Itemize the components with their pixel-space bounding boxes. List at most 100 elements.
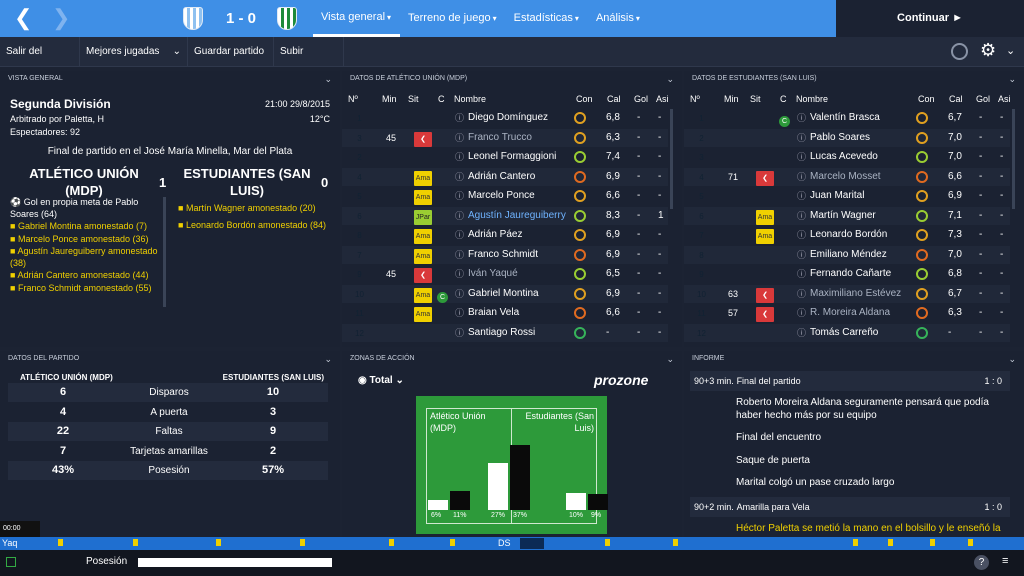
column-header[interactable]: Asi [998, 94, 1011, 104]
table-row[interactable]: 6 JPar ⓘ Agustín Jaureguiberry 8,3 - 1 [342, 206, 668, 225]
save-match-button[interactable]: Guardar partido [188, 37, 274, 67]
info-icon[interactable]: ⓘ [797, 207, 806, 225]
column-header[interactable]: C [780, 94, 787, 104]
player-name[interactable]: Leonardo Bordón [810, 226, 887, 244]
exit-match-button[interactable]: Salir del partido [0, 37, 80, 86]
table-row[interactable]: 11 Ama ⓘ Braian Vela 6,6 - - [342, 304, 668, 322]
column-header[interactable]: Min [382, 94, 397, 104]
menu-icon[interactable]: ≡ [1002, 555, 1008, 567]
player-name[interactable]: Santiago Rossi [468, 324, 535, 342]
table-row[interactable]: 3 45 ❮ ⓘ Franco Trucco 6,3 - - [342, 128, 668, 147]
info-icon[interactable]: ⓘ [455, 265, 464, 283]
tab-analysis[interactable]: Análisis ▾ [588, 0, 649, 37]
player-name[interactable]: Martín Wagner [810, 207, 876, 225]
table-row[interactable]: 7 Ama ⓘ Franco Schmidt 6,9 - - [342, 245, 668, 264]
player-name[interactable]: Lucas Acevedo [810, 148, 878, 166]
column-header[interactable]: Sit [750, 94, 761, 104]
help-icon[interactable]: ? [974, 555, 989, 570]
table-row[interactable]: 11 57 ❮ ⓘ R. Moreira Aldana 6,3 - - [684, 304, 1010, 322]
info-icon[interactable]: ⓘ [797, 109, 806, 127]
info-icon[interactable]: ⓘ [455, 168, 464, 186]
column-header[interactable]: Gol [634, 94, 648, 104]
info-icon[interactable]: ⓘ [797, 129, 806, 147]
column-header[interactable]: Gol [976, 94, 990, 104]
info-icon[interactable]: ⓘ [455, 148, 464, 166]
column-header[interactable]: Nº [348, 94, 358, 104]
tab-overview[interactable]: Vista general ▾ [313, 0, 401, 37]
table-row[interactable]: 8 Ama ⓘ Adrián Páez 6,9 - - [342, 226, 668, 244]
filter-dropdown[interactable]: ◉ Total ⌄ [358, 375, 404, 386]
player-name[interactable]: Gabriel Montina [468, 285, 539, 303]
table-row[interactable]: 6 Ama ⓘ Martín Wagner 7,1 - - [684, 206, 1010, 225]
column-header[interactable]: Asi [656, 94, 669, 104]
tab-stats[interactable]: Estadísticas ▾ [506, 0, 588, 37]
player-name[interactable]: Marcelo Mosset [810, 168, 881, 186]
chevron-down-icon[interactable]: ⌄ [1008, 71, 1016, 87]
chevron-down-icon[interactable]: ⌄ [1008, 351, 1016, 367]
record-icon[interactable] [951, 43, 968, 60]
chevron-down-icon[interactable]: ⌄ [324, 71, 332, 87]
player-name[interactable]: Adrián Cantero [468, 168, 535, 186]
table-row[interactable]: 3 ⓘ Lucas Acevedo 7,0 - - [684, 148, 1010, 166]
info-icon[interactable]: ⓘ [797, 226, 806, 244]
info-icon[interactable]: ⓘ [455, 324, 464, 342]
info-icon[interactable]: ⓘ [797, 304, 806, 322]
table-row[interactable]: 9 45 ❮ ⓘ Iván Yaqué 6,5 - - [342, 265, 668, 283]
column-header[interactable]: Cal [949, 94, 963, 104]
table-row[interactable]: 4 Ama ⓘ Adrián Cantero 6,9 - - [342, 167, 668, 186]
player-name[interactable]: Emiliano Méndez [810, 246, 887, 264]
player-name[interactable]: Franco Schmidt [468, 246, 538, 264]
info-icon[interactable]: ⓘ [455, 129, 464, 147]
info-icon[interactable]: ⓘ [455, 226, 464, 244]
player-name[interactable]: Juan Marital [810, 187, 864, 205]
column-header[interactable]: Cal [607, 94, 621, 104]
back-icon[interactable]: ❮ [14, 6, 32, 30]
table-row[interactable]: 1 C ⓘ Valentín Brasca 6,7 - - [684, 109, 1010, 127]
column-header[interactable]: Con [918, 94, 935, 104]
column-header[interactable]: Nombre [796, 94, 828, 104]
player-name[interactable]: Maximiliano Estévez [810, 285, 901, 303]
continue-button[interactable]: Continuar ► [836, 0, 1024, 37]
info-icon[interactable]: ⓘ [797, 324, 806, 342]
player-name[interactable]: Marcelo Ponce [468, 187, 535, 205]
scrollbar[interactable] [670, 109, 673, 209]
info-icon[interactable]: ⓘ [797, 285, 806, 303]
chevron-down-icon[interactable]: ⌄ [1006, 44, 1015, 57]
table-row[interactable]: 7 Ama ⓘ Leonardo Bordón 7,3 - - [684, 226, 1010, 244]
info-icon[interactable]: ⓘ [797, 168, 806, 186]
table-row[interactable]: 5 ⓘ Juan Marital 6,9 - - [684, 187, 1010, 205]
info-icon[interactable]: ⓘ [797, 246, 806, 264]
player-name[interactable]: Iván Yaqué [468, 265, 518, 283]
chevron-down-icon[interactable]: ⌄ [324, 351, 332, 367]
table-row[interactable]: 4 71 ❮ ⓘ Marcelo Mosset 6,6 - - [684, 167, 1010, 186]
chevron-down-icon[interactable]: ⌄ [666, 71, 674, 87]
table-row[interactable]: 1 ⓘ Diego Domínguez 6,8 - - [342, 109, 668, 127]
chevron-down-icon[interactable]: ⌄ [666, 351, 674, 367]
player-name[interactable]: Tomás Carreño [810, 324, 878, 342]
player-name[interactable]: Franco Trucco [468, 129, 532, 147]
player-name[interactable]: Adrián Páez [468, 226, 522, 244]
table-row[interactable]: 8 ⓘ Emiliano Méndez 7,0 - - [684, 245, 1010, 264]
column-header[interactable]: Min [724, 94, 739, 104]
column-header[interactable]: C [438, 94, 445, 104]
info-icon[interactable]: ⓘ [797, 187, 806, 205]
timeline-marker[interactable] [520, 538, 544, 549]
player-name[interactable]: R. Moreira Aldana [810, 304, 890, 322]
table-row[interactable]: 2 ⓘ Pablo Soares 7,0 - - [684, 128, 1010, 147]
player-name[interactable]: Pablo Soares [810, 129, 870, 147]
info-icon[interactable]: ⓘ [455, 187, 464, 205]
player-name[interactable]: Diego Domínguez [468, 109, 548, 127]
info-icon[interactable]: ⓘ [455, 246, 464, 264]
scrollbar[interactable] [1012, 109, 1015, 209]
info-icon[interactable]: ⓘ [797, 265, 806, 283]
table-row[interactable]: 9 ⓘ Fernando Cañarte 6,8 - - [684, 265, 1010, 283]
timeline-bar[interactable]: Yaq DS [0, 537, 1024, 550]
table-row[interactable]: 2 ⓘ Leonel Formaggioni 7,4 - - [342, 148, 668, 166]
player-name[interactable]: Leonel Formaggioni [468, 148, 556, 166]
column-header[interactable]: Sit [408, 94, 419, 104]
info-icon[interactable]: ⓘ [455, 304, 464, 322]
forward-icon[interactable]: ❯ [52, 6, 70, 30]
player-name[interactable]: Braian Vela [468, 304, 519, 322]
column-header[interactable]: Nº [690, 94, 700, 104]
player-name[interactable]: Valentín Brasca [810, 109, 880, 127]
